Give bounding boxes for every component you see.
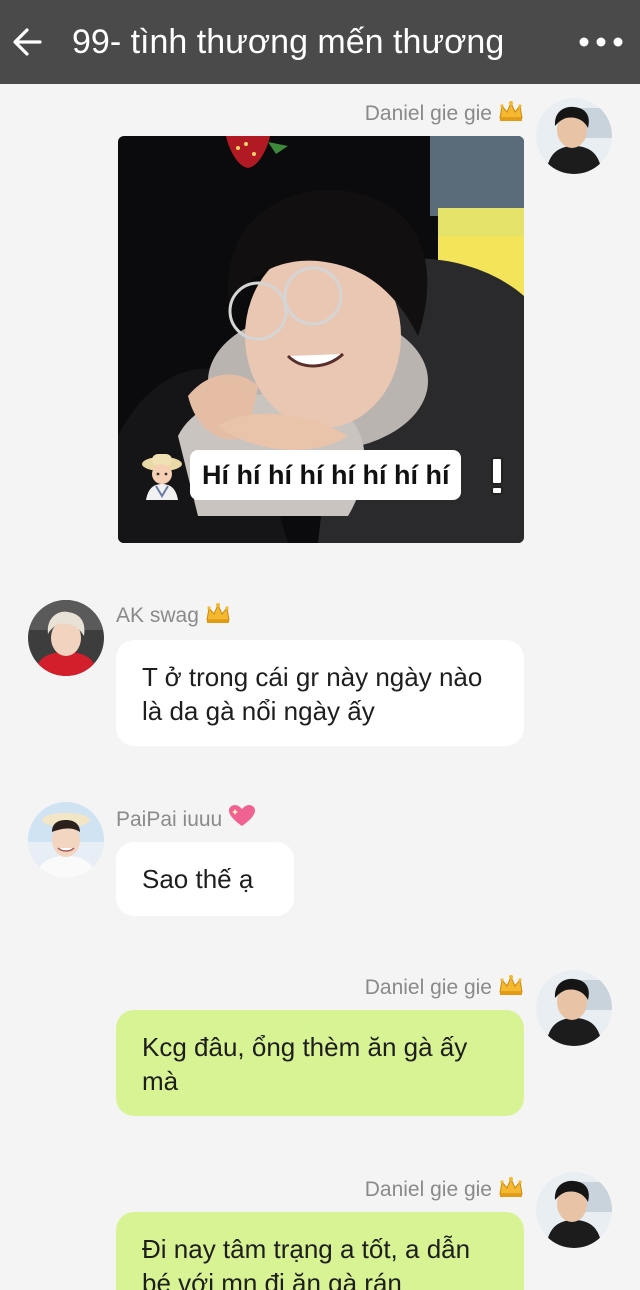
chat-title: 99- tình thương mến thương bbox=[72, 23, 505, 61]
message-bubble[interactable]: Sao thế ạ bbox=[116, 842, 294, 916]
more-options-button[interactable] bbox=[574, 28, 628, 56]
sender-name: Daniel gie gie bbox=[365, 974, 524, 1001]
arrow-left-icon bbox=[13, 28, 42, 56]
exclamation-icon bbox=[491, 457, 503, 495]
sticker-caption: Hí hí hí hí hí hí hí hí bbox=[190, 450, 462, 500]
message-bubble[interactable]: Kcg đâu, ổng thèm ăn gà ấy mà bbox=[116, 1010, 524, 1116]
avatar[interactable] bbox=[536, 1172, 612, 1248]
avatar[interactable] bbox=[536, 98, 612, 174]
chat-header: 99- tình thương mến thương bbox=[0, 0, 640, 84]
back-button[interactable] bbox=[8, 22, 48, 62]
avatar[interactable] bbox=[28, 802, 104, 878]
farmer-emoji-icon bbox=[142, 454, 182, 500]
crown-icon bbox=[499, 100, 523, 122]
sender-name: Daniel gie gie bbox=[365, 100, 524, 127]
crown-icon bbox=[499, 1176, 523, 1198]
sender-name: PaiPai iuuu bbox=[116, 804, 256, 833]
message-bubble[interactable]: Đi nay tâm trạng a tốt, a dẫn bé với mn … bbox=[116, 1212, 524, 1290]
sender-name: AK swag bbox=[116, 602, 231, 629]
message-bubble[interactable]: T ở trong cái gr này ngày nào là da gà n… bbox=[116, 640, 524, 746]
avatar[interactable] bbox=[28, 600, 104, 676]
avatar[interactable] bbox=[536, 970, 612, 1046]
sparkling-heart-icon bbox=[229, 805, 256, 826]
crown-icon bbox=[206, 602, 230, 624]
ellipsis-icon bbox=[579, 37, 623, 47]
crown-icon bbox=[499, 974, 523, 996]
sender-name: Daniel gie gie bbox=[365, 1176, 524, 1203]
